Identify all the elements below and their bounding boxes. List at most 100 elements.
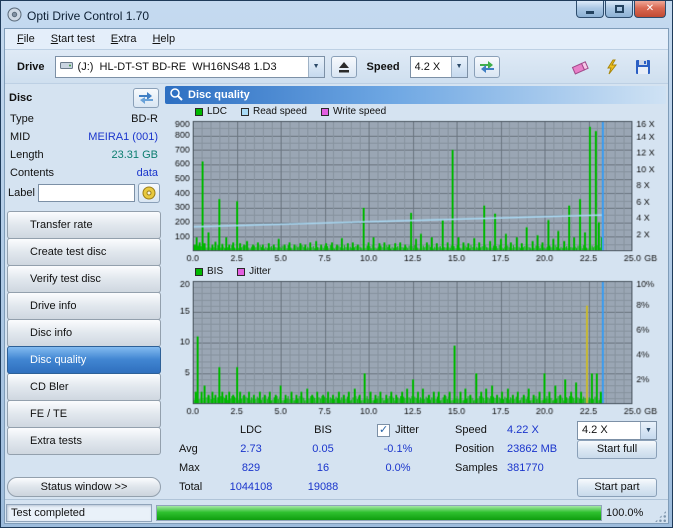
ldc-speed-chart	[165, 119, 666, 264]
disc-contents-label: Contents	[10, 167, 54, 179]
sidebar-item-extra-tests[interactable]: Extra tests	[7, 427, 161, 455]
test-controls: Speed 4.22 X 4.2 X ▼ Position 23862 MB S…	[455, 421, 657, 497]
app-icon	[7, 7, 22, 25]
disc-length-label: Length	[10, 149, 44, 161]
progress-bar	[156, 505, 602, 521]
read-speed-legend-label: Read speed	[253, 106, 307, 117]
bis-jitter-chart	[165, 279, 666, 416]
statusbar: Test completed 100.0%	[5, 499, 668, 523]
disc-label-input[interactable]	[38, 184, 135, 202]
close-button[interactable]: ✕	[634, 1, 666, 18]
panel-title: Disc quality	[188, 89, 250, 101]
menubar: File Start test Extra Help	[5, 29, 668, 50]
disc-icon	[142, 186, 156, 200]
disc-label-label: Label	[8, 187, 35, 199]
write-speed-legend-label: Write speed	[333, 106, 386, 117]
disc-contents-value: data	[137, 167, 158, 179]
max-jitter-value: 0.0%	[359, 462, 437, 474]
samples-value: 381770	[507, 462, 573, 474]
refresh-speeds-button[interactable]	[474, 56, 500, 78]
save-results-button[interactable]	[630, 55, 656, 79]
hypertuning-button[interactable]	[599, 55, 625, 79]
drive-icon	[60, 60, 74, 73]
sidebar-item-fe-te[interactable]: FE / TE	[7, 400, 161, 428]
start-full-button[interactable]: Start full	[577, 440, 657, 459]
chevron-down-icon: ▼	[308, 57, 324, 77]
avg-ldc-value: 2.73	[215, 443, 287, 455]
eraser-icon	[571, 59, 591, 75]
lightning-icon	[604, 59, 620, 75]
window-title: Opti Drive Control 1.70	[27, 9, 149, 23]
results-table: LDC BIS Jitter Avg 2.73 0.05 -0.1% Max 8…	[179, 421, 437, 497]
maximize-icon	[615, 5, 624, 13]
status-window-button[interactable]: Status window >>	[7, 477, 161, 497]
sidebar-item-transfer-rate[interactable]: Transfer rate	[7, 211, 161, 239]
max-row-label: Max	[179, 462, 215, 474]
app-window: Opti Drive Control 1.70 ✕ File Start tes…	[0, 0, 673, 528]
write-speed-swatch	[321, 108, 329, 116]
status-message: Test completed	[6, 504, 152, 522]
bis-swatch	[195, 268, 203, 276]
sidebar-item-disc-info[interactable]: Disc info	[7, 319, 161, 347]
progress-fill	[157, 506, 601, 520]
magnifier-icon	[169, 87, 183, 104]
chart1-legend: LDC Read speed Write speed	[165, 104, 666, 119]
ldc-swatch	[195, 108, 203, 116]
sidebar-item-create-test-disc[interactable]: Create test disc	[7, 238, 161, 266]
ldc-column-header: LDC	[215, 424, 287, 436]
start-part-button[interactable]: Start part	[577, 478, 657, 497]
speed-select[interactable]: 4.2 X ▼	[410, 56, 468, 78]
maximize-button[interactable]	[605, 1, 633, 18]
total-bis-value: 19088	[287, 481, 359, 493]
disc-mid-value: MEIRA1 (001)	[88, 131, 158, 143]
disc-section-title: Disc	[9, 92, 32, 104]
max-ldc-value: 829	[215, 462, 287, 474]
menu-help[interactable]: Help	[144, 30, 183, 48]
test-speed-value: 4.2 X	[582, 424, 636, 436]
chart2-legend: BIS Jitter	[165, 264, 666, 279]
position-value: 23862 MB	[507, 443, 573, 455]
titlebar[interactable]: Opti Drive Control 1.70 ✕	[4, 4, 669, 28]
minimize-button[interactable]	[576, 1, 604, 18]
total-ldc-value: 1044108	[215, 481, 287, 493]
speed-label: Speed	[367, 61, 400, 73]
jitter-swatch	[237, 268, 245, 276]
speed-readout-value: 4.22 X	[507, 424, 573, 436]
disc-mid-row: MID MEIRA1 (001)	[7, 128, 161, 146]
drive-label: Drive	[17, 61, 45, 73]
refresh-arrows-icon	[137, 91, 155, 105]
write-label-button[interactable]	[138, 183, 160, 203]
jitter-checkbox[interactable]	[377, 424, 390, 437]
sidebar-item-cd-bler[interactable]: CD Bler	[7, 373, 161, 401]
bis-legend-label: BIS	[207, 266, 223, 277]
sidebar-item-verify-test-disc[interactable]: Verify test disc	[7, 265, 161, 293]
save-icon	[635, 59, 651, 75]
samples-label: Samples	[455, 462, 503, 474]
eject-icon	[338, 61, 350, 73]
disc-contents-row: Contents data	[7, 164, 161, 182]
total-row-label: Total	[179, 481, 215, 493]
drive-select[interactable]: (J:) HL-DT-ST BD-RE WH16NS48 1.D3 ▼	[55, 56, 325, 78]
toolbar: Drive (J:) HL-DT-ST BD-RE WH16NS48 1.D3 …	[5, 50, 668, 84]
sidebar-item-drive-info[interactable]: Drive info	[7, 292, 161, 320]
resize-grip[interactable]	[654, 510, 667, 523]
disc-type-label: Type	[10, 113, 34, 125]
max-bis-value: 16	[287, 462, 359, 474]
bis-column-header: BIS	[287, 424, 359, 436]
disc-length-value: 23.31 GB	[112, 149, 158, 161]
disc-mid-label: MID	[10, 131, 30, 143]
minimize-icon	[586, 11, 594, 14]
menu-extra[interactable]: Extra	[103, 30, 145, 48]
menu-file[interactable]: File	[9, 30, 43, 48]
sidebar-nav: Transfer rate Create test disc Verify te…	[7, 212, 161, 455]
eject-button[interactable]	[331, 56, 357, 78]
test-speed-select[interactable]: 4.2 X ▼	[577, 421, 657, 440]
sidebar-item-disc-quality[interactable]: Disc quality	[7, 346, 161, 374]
sidebar: Disc Type BD-R MID MEIRA1 (001) Length 2…	[7, 86, 161, 499]
erase-disc-button[interactable]	[568, 55, 594, 79]
menu-start-test[interactable]: Start test	[43, 30, 103, 48]
jitter-column-header: Jitter	[395, 424, 419, 436]
refresh-disc-button[interactable]	[133, 88, 159, 108]
speed-readout-label: Speed	[455, 424, 503, 436]
avg-row-label: Avg	[179, 443, 215, 455]
